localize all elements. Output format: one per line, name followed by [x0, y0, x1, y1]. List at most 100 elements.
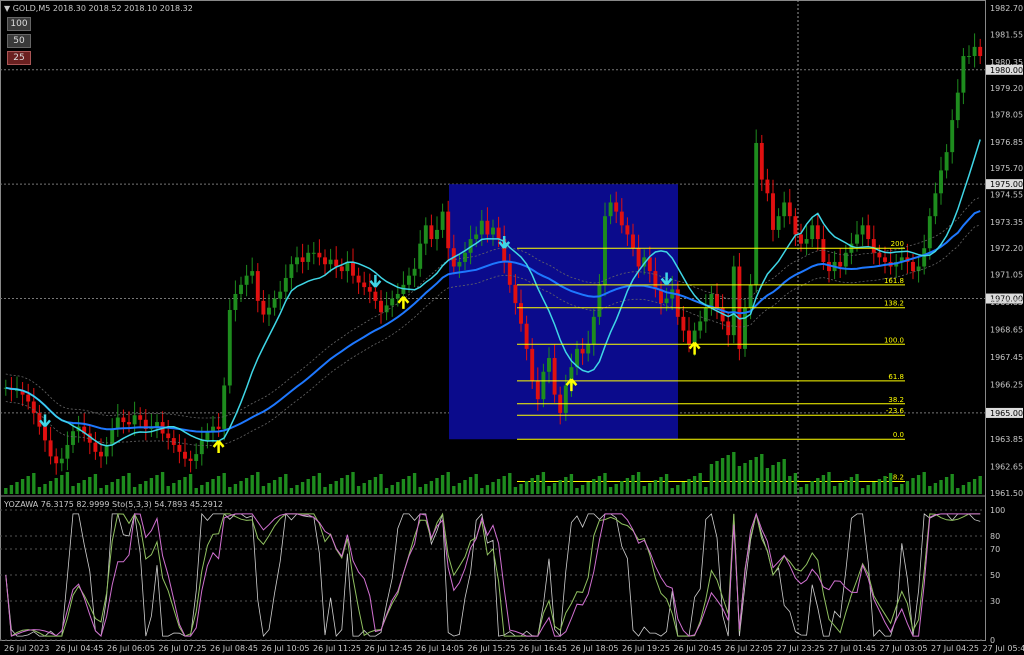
fib-label-0: 200: [891, 240, 904, 248]
volume-bar-37: [211, 479, 215, 494]
volume-bar-119: [670, 488, 674, 494]
candle-body-10: [59, 458, 64, 464]
candle-body-138: [776, 216, 781, 230]
volume-bar-127: [715, 461, 719, 494]
volume-bar-18: [104, 485, 109, 494]
volume-bar-124: [698, 473, 702, 494]
volume-bar-71: [401, 479, 406, 494]
zoom-50-button[interactable]: 50: [7, 34, 31, 48]
volume-bar-143: [804, 484, 809, 494]
zoom-100-button[interactable]: 100: [7, 17, 31, 31]
volume-bar-134: [754, 457, 758, 494]
candle-body-124: [698, 321, 703, 331]
candle-body-134: [754, 142, 759, 285]
price-axis-label-8: 1975.00: [990, 180, 1023, 189]
time-axis-label-3: 26 Jul 07:25: [159, 644, 207, 653]
volume-bar-1: [9, 485, 14, 494]
volume-bar-10: [60, 475, 64, 494]
volume-bar-31: [177, 480, 182, 494]
volume-bar-132: [743, 463, 747, 494]
zoom-25-button[interactable]: 25: [7, 51, 31, 65]
price-axis-label-0: 1982.70: [990, 4, 1023, 13]
candle-body-58: [328, 259, 333, 265]
candle-body-87: [491, 227, 495, 235]
volume-bar-60: [340, 478, 344, 494]
candle-body-168: [944, 152, 949, 171]
candle-body-21: [121, 417, 126, 423]
volume-bar-36: [205, 482, 210, 494]
candle-body-154: [866, 225, 871, 240]
candle-body-108: [608, 202, 613, 217]
candle-body-8: [48, 440, 53, 457]
fib-label-8: -38.2: [886, 474, 904, 482]
time-axis-label-11: 26 Jul 18:05: [571, 644, 619, 653]
candle-body-76: [429, 225, 434, 240]
volume-bar-57: [323, 487, 327, 494]
candle-body-170: [955, 92, 960, 121]
candle-body-74: [418, 243, 423, 269]
candle-body-11: [65, 444, 70, 459]
time-axis-label-5: 26 Jul 10:05: [262, 644, 310, 653]
candle-body-18: [104, 444, 109, 457]
volume-bar-22: [127, 473, 131, 494]
candle-body-44: [250, 271, 255, 276]
candle-body-82: [463, 252, 467, 262]
candle-body-141: [793, 216, 798, 235]
volume-bar-26: [149, 478, 154, 494]
candle-body-48: [272, 298, 277, 308]
chart-window[interactable]: ▼ GOLD,M5 2018.30 2018.52 2018.10 2018.3…: [0, 0, 1024, 655]
volume-bar-101: [569, 474, 574, 494]
volume-bar-148: [832, 486, 837, 494]
volume-bar-72: [407, 476, 411, 494]
candle-body-96: [541, 371, 546, 400]
volume-bar-141: [793, 473, 798, 494]
osc-axis-label-0: 100: [990, 506, 1005, 515]
volume-bar-169: [950, 474, 954, 494]
candle-body-130: [731, 266, 736, 336]
osc-axis-label-1: 80: [990, 532, 1000, 541]
volume-bar-30: [172, 483, 176, 494]
candle-body-140: [787, 202, 792, 217]
time-axis-label-6: 26 Jul 11:25: [313, 644, 361, 653]
price-chart[interactable]: ▼ GOLD,M5 2018.30 2018.52 2018.10 2018.3…: [0, 0, 1024, 655]
candle-body-164: [922, 248, 927, 267]
candle-body-30: [171, 438, 176, 445]
candle-body-59: [334, 259, 339, 267]
candle-body-122: [687, 330, 691, 345]
candle-body-63: [356, 275, 361, 283]
volume-bar-163: [916, 475, 921, 494]
volume-bar-95: [536, 475, 540, 494]
price-axis-label-10: 1973.35: [990, 218, 1023, 227]
volume-bar-3: [20, 479, 25, 494]
volume-bar-14: [82, 480, 86, 494]
time-axis-label-10: 26 Jul 16:45: [519, 644, 567, 653]
candle-body-35: [199, 440, 204, 455]
symbol-label: ▼ GOLD,M5 2018.30 2018.52 2018.10 2018.3…: [4, 4, 193, 13]
volume-bar-61: [345, 475, 350, 494]
candle-body-94: [530, 348, 535, 381]
volume-bar-43: [244, 478, 249, 494]
candle-body-106: [597, 284, 602, 317]
volume-bar-45: [256, 472, 260, 494]
volume-bar-4: [26, 476, 30, 494]
candle-body-157: [883, 257, 887, 262]
volume-bar-94: [530, 478, 534, 494]
volume-bar-142: [799, 487, 803, 494]
fib-label-2: 138.2: [884, 300, 904, 308]
volume-bar-131: [737, 466, 742, 494]
volume-bar-67: [379, 474, 383, 494]
time-axis-label-4: 26 Jul 08:45: [210, 644, 258, 653]
volume-bar-32: [183, 477, 187, 494]
osc-axis-label-2: 70: [990, 545, 1000, 554]
time-axis-label-16: 27 Jul 01:45: [828, 644, 876, 653]
candle-body-51: [289, 264, 294, 278]
volume-bar-77: [435, 478, 439, 494]
candle-body-92: [519, 303, 523, 324]
volume-bar-165: [928, 486, 932, 494]
indicator-label: YOZAWA 76.3175 82.9999 Sto(5,3,3) 54.789…: [3, 500, 223, 509]
volume-bar-29: [166, 486, 170, 494]
candle-body-88: [496, 227, 501, 240]
volume-bar-106: [597, 476, 602, 494]
candle-body-152: [855, 234, 859, 244]
volume-bar-100: [564, 477, 568, 494]
